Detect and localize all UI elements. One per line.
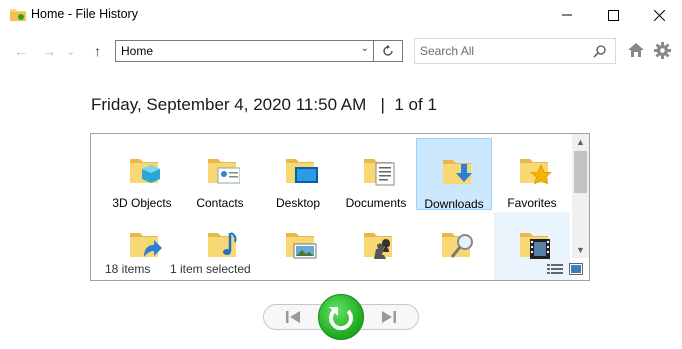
contacts-folder-icon — [208, 159, 240, 184]
home-icon[interactable] — [627, 42, 645, 58]
title-bar: Home - File History — [0, 0, 682, 30]
minimize-icon — [562, 14, 572, 16]
item-favorites[interactable]: Favorites — [494, 138, 570, 210]
snapshot-separator: | — [380, 95, 385, 114]
item-3d-objects[interactable]: 3D Objects — [104, 138, 180, 210]
snapshot-heading: Friday, September 4, 2020 11:50 AM | 1 o… — [91, 95, 437, 115]
item-label: 3D Objects — [112, 196, 172, 210]
restore-icon — [329, 307, 353, 331]
snapshot-date: Friday, September 4, 2020 11:50 AM — [91, 95, 367, 114]
window-title: Home - File History — [31, 7, 138, 21]
maximize-button[interactable] — [590, 0, 636, 30]
details-view-icon[interactable] — [547, 263, 563, 275]
file-pane[interactable]: 3D Objects Contacts Desktop Documents Do… — [90, 133, 590, 281]
search-box[interactable]: Search All — [414, 38, 616, 64]
videos-folder-icon — [520, 233, 550, 259]
3d-objects-folder-icon — [130, 159, 160, 183]
minimize-button[interactable] — [544, 0, 590, 30]
up-arrow-icon[interactable]: ↑ — [94, 43, 101, 59]
address-text: Home — [121, 44, 154, 58]
item-label: Downloads — [424, 197, 484, 211]
vertical-scrollbar[interactable]: ▲ ▼ — [572, 134, 589, 258]
restore-button[interactable] — [318, 294, 364, 340]
view-switcher — [547, 263, 583, 275]
settings-gear-icon[interactable] — [654, 42, 671, 59]
file-history-app-icon — [10, 9, 26, 21]
item-label: Desktop — [275, 196, 321, 210]
item-downloads[interactable]: Downloads — [416, 138, 492, 211]
scroll-up-icon[interactable]: ▲ — [572, 134, 589, 150]
scrollbar-thumb[interactable] — [574, 151, 587, 193]
item-documents[interactable]: Documents — [338, 138, 414, 210]
downloads-folder-icon — [443, 160, 472, 184]
refresh-icon — [383, 45, 393, 56]
search-icon[interactable] — [593, 44, 607, 58]
item-contacts[interactable]: Contacts — [182, 138, 258, 210]
scroll-down-icon[interactable]: ▼ — [572, 242, 589, 258]
favorites-folder-icon — [520, 159, 552, 185]
saved-games-folder-icon — [364, 233, 392, 259]
address-dropdown-icon[interactable]: ⌄ — [361, 43, 369, 54]
item-label: Documents — [345, 196, 407, 210]
address-bar[interactable]: Home ⌄ — [115, 40, 374, 62]
music-folder-icon — [208, 232, 237, 257]
desktop-folder-icon — [286, 159, 318, 183]
back-arrow-icon[interactable]: ← — [14, 43, 28, 59]
item-searches[interactable] — [416, 212, 492, 280]
close-button[interactable] — [636, 0, 682, 30]
item-label: Contacts — [196, 196, 244, 210]
previous-version-icon[interactable] — [285, 309, 301, 325]
item-saved-games[interactable] — [338, 212, 414, 280]
selection-count: 1 item selected — [170, 262, 251, 276]
snapshot-position: 1 of 1 — [394, 95, 437, 114]
recent-locations-chevron-icon[interactable]: ⌄ — [66, 45, 75, 58]
close-icon — [653, 9, 665, 21]
large-icons-view-icon[interactable] — [569, 263, 583, 275]
item-count: 18 items — [105, 262, 151, 276]
item-desktop[interactable]: Desktop — [260, 138, 336, 210]
item-pictures[interactable] — [260, 212, 336, 280]
item-label: Favorites — [507, 196, 557, 210]
next-version-icon[interactable] — [381, 309, 397, 325]
documents-folder-icon — [364, 159, 395, 186]
links-folder-icon — [130, 233, 162, 257]
refresh-button[interactable] — [374, 40, 403, 62]
forward-arrow-icon[interactable]: → — [42, 43, 56, 59]
search-input[interactable]: Search All — [420, 44, 474, 58]
pictures-folder-icon — [286, 233, 317, 259]
searches-folder-icon — [442, 233, 473, 258]
maximize-icon — [607, 9, 619, 21]
